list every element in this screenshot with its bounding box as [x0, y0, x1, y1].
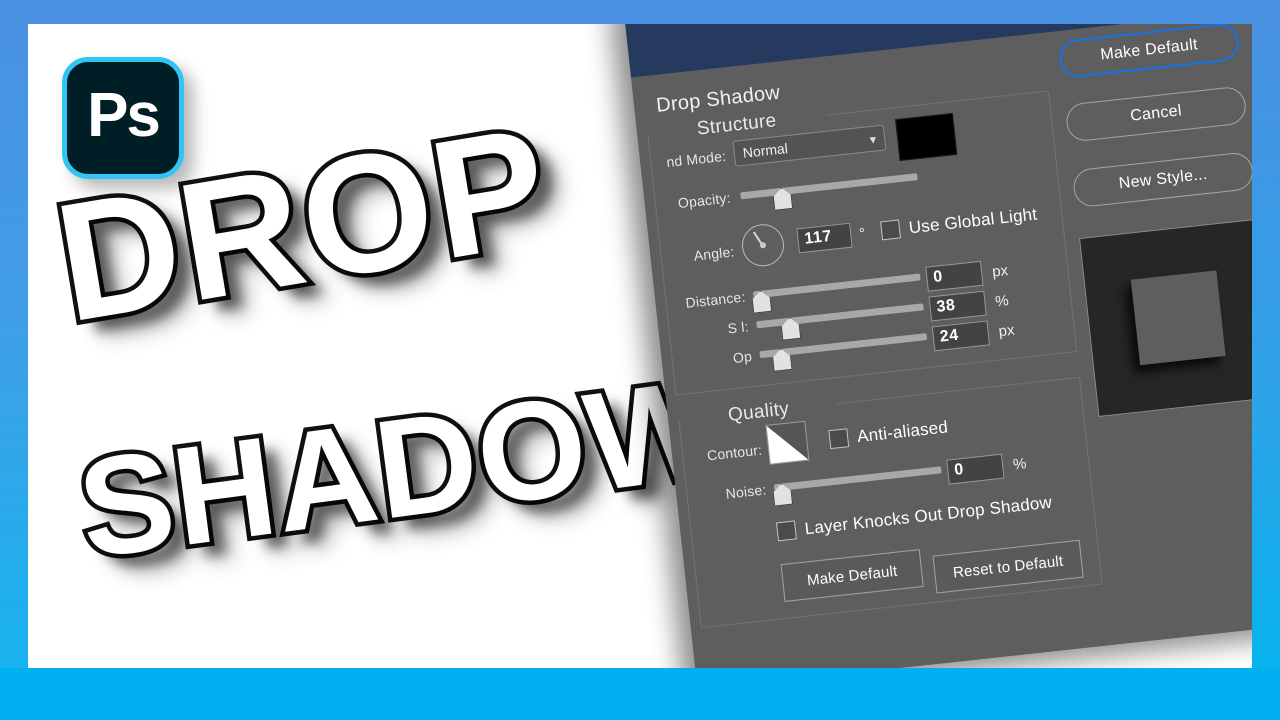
frame-right [1252, 0, 1280, 720]
screenshot-canvas: Ps DROP SHADOW! ✕ Drop Shadow Structure … [0, 0, 1280, 720]
size-unit: px [997, 321, 1016, 341]
angle-hub [759, 241, 767, 249]
distance-unit: px [991, 261, 1009, 281]
frame-top [0, 0, 1280, 24]
preview-shape [1131, 270, 1226, 365]
knockout-checkbox[interactable] [775, 520, 797, 542]
preview-thumbnail [1079, 218, 1278, 418]
blend-mode-value: Normal [742, 140, 789, 161]
shadow-color-swatch[interactable] [895, 112, 958, 161]
dialog-body: Drop Shadow Structure nd Mode: Normal ▾ … [631, 1, 1280, 690]
frame-bottom [0, 668, 1280, 720]
anti-aliased-checkbox[interactable] [828, 428, 850, 450]
layer-style-dialog: ✕ Drop Shadow Structure nd Mode: Normal … [622, 0, 1280, 690]
use-global-light-checkbox[interactable] [880, 219, 902, 241]
frame-left [0, 0, 28, 720]
new-style-button[interactable]: New Style... [1071, 151, 1255, 209]
noise-unit: % [1012, 455, 1028, 474]
spread-unit: % [994, 292, 1010, 311]
cancel-button[interactable]: Cancel [1064, 85, 1248, 143]
photoshop-logo-text: Ps [87, 81, 161, 150]
contour-swatch[interactable] [765, 420, 810, 465]
make-default-button[interactable]: Make Default [1057, 21, 1241, 80]
chevron-down-icon: ▾ [868, 131, 877, 148]
